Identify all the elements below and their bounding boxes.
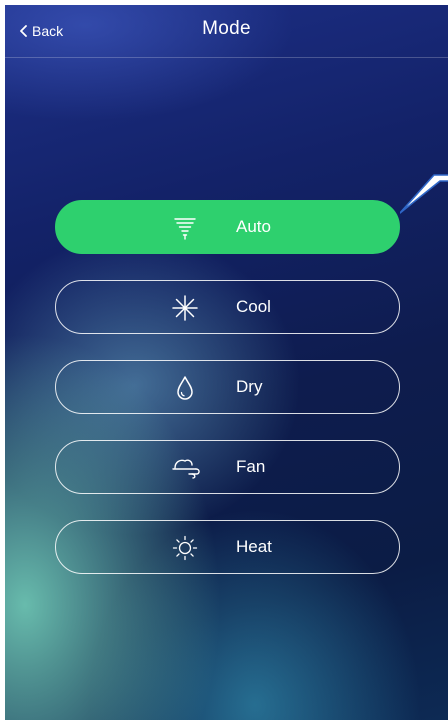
water-drop-icon bbox=[172, 375, 198, 401]
sun-icon bbox=[172, 535, 198, 561]
mode-label-dry: Dry bbox=[236, 377, 263, 396]
mode-label-fan: Fan bbox=[236, 457, 266, 476]
mode-label-auto: Auto bbox=[236, 217, 271, 236]
page-title: Mode bbox=[202, 18, 251, 39]
mode-list: Auto Cool Dry Fan Heat bbox=[55, 200, 400, 600]
mode-screen: Back Mode Auto Cool Dry Fan Heat bbox=[5, 5, 448, 720]
callout-pointer bbox=[400, 174, 448, 214]
tornado-icon bbox=[172, 215, 198, 241]
mode-button-auto[interactable]: Auto bbox=[55, 200, 400, 254]
mode-button-dry[interactable]: Dry bbox=[55, 360, 400, 414]
mode-button-fan[interactable]: Fan bbox=[55, 440, 400, 494]
mode-label-cool: Cool bbox=[236, 297, 271, 316]
mode-label-heat: Heat bbox=[236, 537, 272, 556]
header-bar: Back Mode bbox=[5, 5, 448, 58]
mode-button-cool[interactable]: Cool bbox=[55, 280, 400, 334]
mode-button-heat[interactable]: Heat bbox=[55, 520, 400, 574]
snowflake-icon bbox=[172, 295, 198, 321]
wind-icon bbox=[172, 455, 200, 481]
